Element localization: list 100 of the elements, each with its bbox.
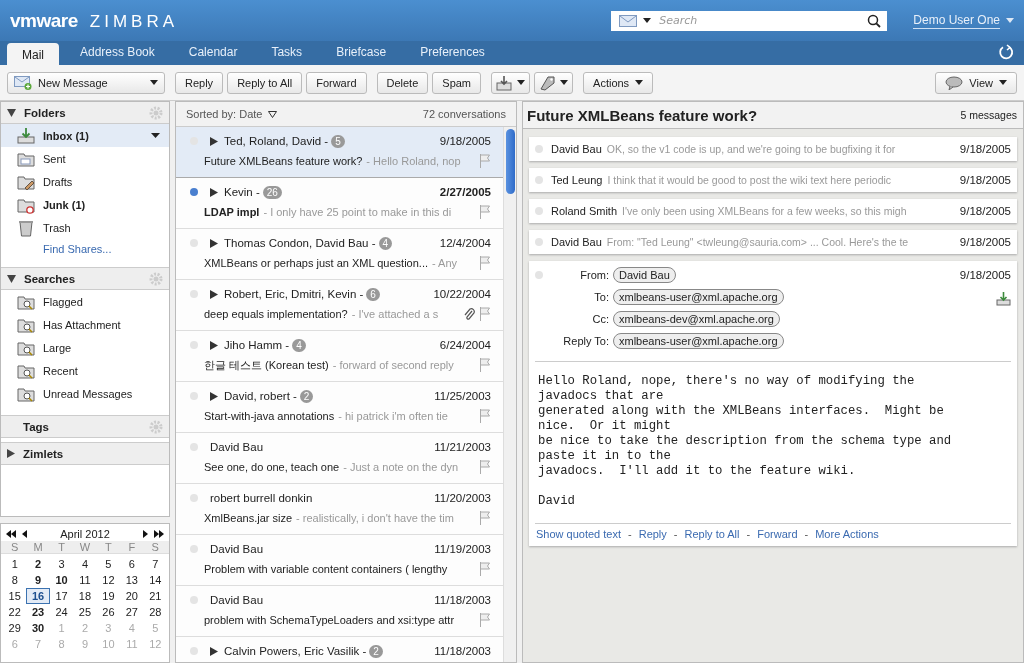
search-field[interactable]: Search: [611, 10, 888, 31]
app-tab[interactable]: Tasks: [254, 43, 320, 65]
calendar-day[interactable]: 14: [143, 572, 167, 588]
message-action-link[interactable]: Reply to All: [684, 528, 740, 540]
calendar-day[interactable]: 3: [49, 556, 74, 572]
read-status-dot[interactable]: [190, 239, 198, 247]
flag-icon[interactable]: [479, 613, 491, 627]
read-status-dot[interactable]: [190, 392, 198, 400]
saved-search-item[interactable]: Recent: [1, 359, 169, 382]
address-bubble[interactable]: xmlbeans-dev@xml.apache.org: [613, 311, 780, 327]
calendar-day[interactable]: 24: [49, 604, 74, 620]
scrollbar-thumb[interactable]: [505, 129, 515, 194]
calendar-day[interactable]: 13: [120, 572, 144, 588]
calendar-day[interactable]: 30: [26, 620, 50, 636]
flag-icon[interactable]: [479, 307, 491, 321]
collapse-icon[interactable]: [7, 108, 16, 117]
expand-icon[interactable]: [210, 289, 218, 299]
find-shares-link[interactable]: Find Shares...: [1, 239, 169, 267]
previous-year-icon[interactable]: [6, 530, 16, 538]
calendar-day[interactable]: 6: [120, 556, 144, 572]
read-status-dot[interactable]: [190, 494, 198, 502]
caret-icon[interactable]: [999, 80, 1007, 85]
calendar-day[interactable]: 16: [26, 588, 50, 604]
calendar-day[interactable]: 27: [120, 604, 144, 620]
move-button[interactable]: [491, 71, 531, 94]
expand-icon[interactable]: [210, 391, 218, 401]
saved-search-item[interactable]: Flagged: [1, 290, 169, 313]
section-header[interactable]: Tags: [1, 415, 169, 438]
tag-button[interactable]: [534, 71, 574, 94]
search-input[interactable]: Search: [657, 13, 862, 28]
read-status-dot[interactable]: [190, 647, 198, 655]
user-menu[interactable]: Demo User One: [913, 12, 1000, 29]
section-header[interactable]: Zimlets: [1, 442, 169, 465]
saved-search-item[interactable]: Large: [1, 336, 169, 359]
flag-icon[interactable]: [479, 511, 491, 525]
flag-icon[interactable]: [479, 205, 491, 219]
app-tab[interactable]: Address Book: [63, 43, 172, 65]
read-status-dot[interactable]: [190, 341, 198, 349]
calendar-day[interactable]: 12: [96, 572, 121, 588]
app-tab[interactable]: Mail: [7, 43, 59, 65]
caret-icon[interactable]: [517, 80, 526, 85]
message-action-link[interactable]: More Actions: [815, 528, 879, 540]
calendar-day[interactable]: 23: [26, 604, 50, 620]
message-action-link[interactable]: Reply: [638, 528, 667, 540]
caret-icon[interactable]: [151, 133, 160, 138]
address-bubble[interactable]: xmlbeans-user@xml.apache.org: [613, 289, 784, 305]
message-action-link[interactable]: Forward: [757, 528, 798, 540]
saved-search-item[interactable]: Unread Messages: [1, 382, 169, 405]
section-header[interactable]: Searches: [1, 267, 169, 290]
read-status-dot[interactable]: [190, 596, 198, 604]
section-header[interactable]: Folders: [1, 102, 169, 124]
next-year-icon[interactable]: [154, 530, 164, 538]
read-status-dot[interactable]: [190, 545, 198, 553]
toolbar-button[interactable]: Reply: [175, 71, 224, 94]
caret-icon[interactable]: [635, 80, 644, 85]
calendar-day[interactable]: 22: [3, 604, 27, 620]
collapsed-message[interactable]: Ted Leung I think that it would be good to post the wiki text here periodic 9/18/2005: [529, 168, 1017, 192]
calendar-day[interactable]: 20: [120, 588, 144, 604]
collapsed-message[interactable]: David Bau OK, so the v1 code is up, and we're going to be bugfixing it for 9/18/2005: [529, 137, 1017, 161]
refresh-icon[interactable]: [998, 44, 1014, 60]
calendar-day[interactable]: 4: [73, 556, 97, 572]
toolbar-button[interactable]: Delete: [376, 71, 429, 94]
calendar-day[interactable]: 28: [143, 604, 167, 620]
expand-icon[interactable]: [210, 187, 218, 197]
expand-icon[interactable]: [210, 238, 218, 248]
folder-item[interactable]: Drafts: [1, 170, 169, 193]
download-icon[interactable]: [996, 291, 1011, 306]
app-tab[interactable]: Preferences: [403, 43, 502, 65]
saved-search-item[interactable]: Has Attachment: [1, 313, 169, 336]
read-status-dot[interactable]: [190, 443, 198, 451]
new-message-button[interactable]: New Message: [7, 71, 165, 94]
calendar-day[interactable]: 21: [143, 588, 167, 604]
next-month-icon[interactable]: [143, 530, 148, 538]
address-bubble[interactable]: xmlbeans-user@xml.apache.org: [613, 333, 784, 349]
expand-icon[interactable]: [7, 449, 15, 458]
folder-item[interactable]: Inbox (1): [1, 124, 169, 147]
calendar-day[interactable]: 1: [3, 556, 27, 572]
calendar-day[interactable]: 11: [73, 572, 97, 588]
sort-icon[interactable]: [268, 110, 278, 118]
toolbar-button[interactable]: Spam: [432, 71, 482, 94]
previous-month-icon[interactable]: [22, 530, 27, 538]
sort-label[interactable]: Sorted by: Date: [186, 108, 263, 120]
calendar-day[interactable]: 10: [49, 572, 74, 588]
flag-icon[interactable]: [479, 460, 491, 474]
calendar-day[interactable]: 9: [26, 572, 50, 588]
caret-icon[interactable]: [643, 18, 652, 23]
collapsed-message[interactable]: Roland Smith I've only been using XMLBeans for a few weeks, so this migh 9/18/2005: [529, 199, 1017, 223]
calendar-day[interactable]: 15: [3, 588, 27, 604]
collapsed-message[interactable]: David Bau From: "Ted Leung" <twleung@sauria.com> ... Cool. Here's the te 9/18/2005: [529, 230, 1017, 254]
view-button[interactable]: View: [935, 71, 1017, 94]
folder-item[interactable]: Junk (1): [1, 193, 169, 216]
calendar-day[interactable]: 18: [73, 588, 97, 604]
caret-icon[interactable]: [560, 80, 569, 85]
collapse-icon[interactable]: [7, 274, 16, 283]
calendar-day[interactable]: 2: [26, 556, 50, 572]
calendar-day[interactable]: 19: [96, 588, 121, 604]
read-status-dot[interactable]: [190, 188, 198, 196]
expand-icon[interactable]: [210, 646, 218, 656]
toolbar-button[interactable]: Forward: [306, 71, 367, 94]
app-tab[interactable]: Briefcase: [319, 43, 404, 65]
